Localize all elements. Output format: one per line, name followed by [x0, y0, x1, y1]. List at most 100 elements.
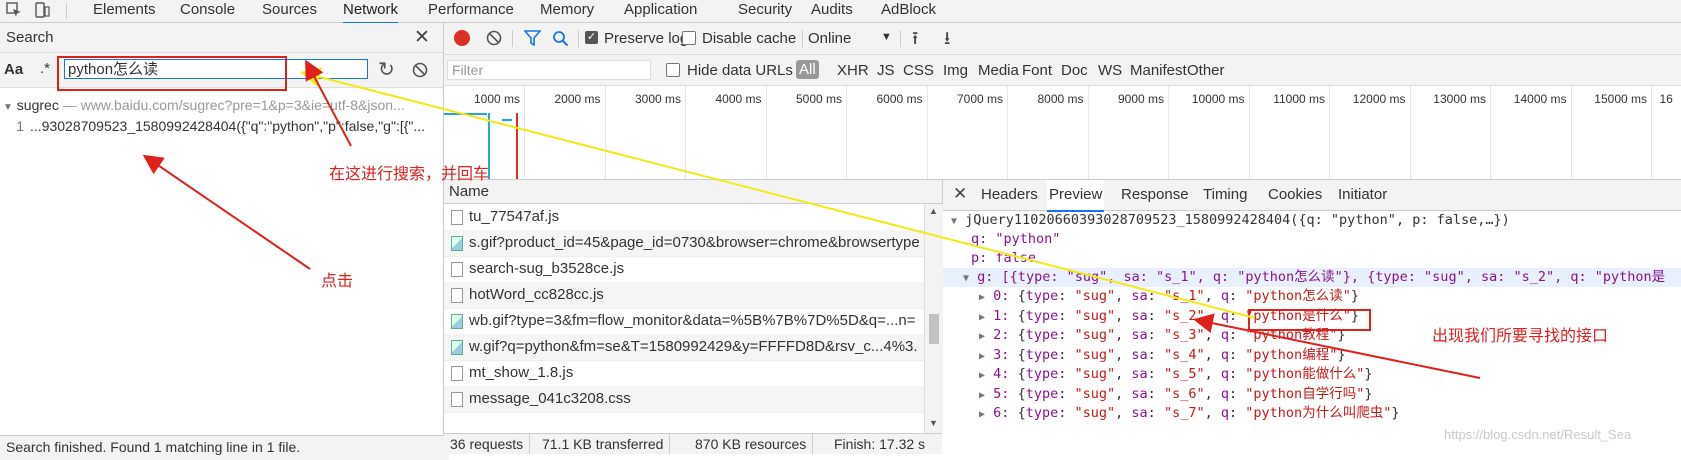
- request-name: message_041c3208.css: [469, 390, 631, 407]
- filter-type-js[interactable]: JS: [874, 61, 898, 80]
- details-tab-preview[interactable]: Preview: [1047, 180, 1105, 212]
- filter-type-img[interactable]: Img: [940, 61, 971, 80]
- preview-q-text: q: "python": [971, 231, 1061, 247]
- tab-security[interactable]: Security: [738, 0, 792, 22]
- filter-type-font[interactable]: Font: [1019, 61, 1055, 80]
- request-row[interactable]: wb.gif?type=3&fm=flow_monitor&data=%5B%7…: [444, 308, 924, 335]
- filter-type-media[interactable]: Media: [975, 61, 1022, 80]
- preview-g-item[interactable]: ▶ 4: {type: "sug", sa: "s_5", q: "python…: [943, 365, 1372, 384]
- item-q: python怎么读: [1253, 288, 1343, 304]
- expand-triangle-icon: ▶: [979, 311, 986, 323]
- network-panel: ✓ Preserve log Disable cache Online ▼ ⭱ …: [444, 23, 1681, 454]
- document-file-icon: [451, 261, 463, 277]
- tab-elements[interactable]: Elements: [93, 0, 156, 22]
- item-sa: s_6: [1172, 385, 1197, 402]
- match-case-button[interactable]: Aa: [4, 61, 23, 78]
- details-tab-cookies[interactable]: Cookies: [1266, 180, 1324, 210]
- request-row[interactable]: w.gif?q=python&fm=se&T=1580992429&y=FFFF…: [444, 334, 924, 361]
- filter-row: Filter Hide data URLs All XHR JS CSS Img Medi…: [444, 55, 1681, 86]
- transferred-size: 71.1 KB transferred: [536, 434, 671, 454]
- close-icon[interactable]: ✕: [953, 184, 967, 204]
- timeline-tick-label: 14000 ms: [1513, 92, 1567, 106]
- timeline-tick: 16: [1652, 86, 1673, 179]
- name-column-header[interactable]: Name: [444, 180, 942, 204]
- import-har-icon[interactable]: ⭱: [912, 26, 918, 56]
- tab-application[interactable]: Application: [624, 0, 697, 22]
- filter-type-ws[interactable]: WS: [1095, 61, 1125, 80]
- timeline-tick: 2000 ms: [525, 86, 606, 179]
- tab-network[interactable]: Network: [343, 0, 399, 24]
- tab-memory[interactable]: Memory: [540, 0, 594, 22]
- filter-input[interactable]: Filter: [447, 60, 651, 80]
- preserve-log-checkbox[interactable]: ✓: [585, 31, 598, 44]
- request-row[interactable]: hotWord_cc828cc.js: [444, 282, 924, 309]
- details-tab-timing[interactable]: Timing: [1201, 180, 1249, 210]
- request-row[interactable]: search-sug_b3528ce.js: [444, 256, 924, 283]
- filter-icon[interactable]: [524, 30, 541, 46]
- result-line-text: ...93028709523_1580992428404({"q":"pytho…: [30, 118, 426, 134]
- filter-type-other[interactable]: Other: [1184, 61, 1228, 80]
- throttling-select[interactable]: Online: [808, 30, 851, 47]
- tab-sources[interactable]: Sources: [262, 0, 317, 22]
- annotation-click: 点击: [321, 273, 354, 290]
- details-tab-response[interactable]: Response: [1119, 180, 1191, 210]
- chevron-down-icon[interactable]: ▼: [881, 31, 892, 43]
- close-icon[interactable]: ✕: [414, 26, 430, 49]
- regex-button[interactable]: .*: [40, 60, 50, 77]
- scrollbar-thumb[interactable]: [929, 314, 939, 344]
- refresh-icon[interactable]: ↻: [378, 57, 395, 82]
- record-icon[interactable]: [454, 30, 470, 46]
- timeline-tick-label: 9000 ms: [1117, 92, 1164, 106]
- request-row[interactable]: s.gif?product_id=45&page_id=0730&browser…: [444, 230, 924, 257]
- item-q: python自学行吗: [1253, 385, 1357, 402]
- scroll-down-icon[interactable]: ▼: [929, 418, 938, 428]
- tab-audits[interactable]: Audits: [811, 0, 853, 22]
- request-row[interactable]: message_041c3208.css: [444, 386, 924, 413]
- expand-triangle-icon: ▼: [951, 216, 958, 227]
- details-tab-headers[interactable]: Headers: [979, 180, 1040, 210]
- request-row[interactable]: mt_show_1.8.js: [444, 360, 924, 387]
- preview-root-node[interactable]: ▼ jQuery110206603930​28709523_1580992428…: [943, 211, 1510, 230]
- divider: [802, 30, 803, 47]
- tab-adblock[interactable]: AdBlock: [881, 0, 936, 22]
- filter-type-manifest[interactable]: Manifest: [1127, 61, 1190, 80]
- search-highlight-box: [57, 56, 287, 91]
- timeline-tick: 14000 ms: [1491, 86, 1572, 179]
- image-file-icon: [451, 235, 463, 251]
- timeline-tick-label: 15000 ms: [1594, 92, 1647, 106]
- preview-g-item[interactable]: ▶ 6: {type: "sug", sa: "s_7", q: "python…: [943, 404, 1399, 423]
- preview-g-item[interactable]: ▶ 0: {type: "sug", sa: "s_1", q: "python…: [943, 287, 1359, 306]
- search-result-line[interactable]: 1 ...93028709523_1580992428404({"q":"pyth…: [0, 118, 443, 140]
- details-tab-initiator[interactable]: Initiator: [1336, 180, 1389, 210]
- hide-data-urls-label: Hide data URLs: [687, 62, 793, 79]
- item-type: {type: "sug", sa: "s_4", q: "python编程"}: [1017, 346, 1346, 363]
- search-icon[interactable]: [552, 30, 569, 47]
- filter-type-css[interactable]: CSS: [900, 61, 937, 80]
- search-result-file[interactable]: ▼ sugrec — www.baidu.com/sugrec?pre=1&p=…: [0, 97, 443, 119]
- request-name: search-sug_b3528ce.js: [469, 260, 625, 277]
- request-row[interactable]: tu_77547af.js: [444, 204, 924, 231]
- disable-cache-checkbox[interactable]: [682, 31, 696, 45]
- hide-data-urls-checkbox[interactable]: [666, 63, 680, 77]
- image-file-icon: [451, 339, 463, 355]
- request-name: wb.gif?type=3&fm=flow_monitor&data=%5B%7…: [469, 312, 916, 329]
- filter-type-xhr[interactable]: XHR: [834, 61, 872, 80]
- export-har-icon[interactable]: ⭳: [944, 26, 950, 56]
- tab-console[interactable]: Console: [180, 0, 235, 22]
- document-file-icon: [451, 391, 463, 407]
- tab-performance[interactable]: Performance: [428, 0, 514, 22]
- clear-log-icon[interactable]: [486, 30, 502, 46]
- clear-icon[interactable]: [412, 62, 428, 78]
- device-toolbar-icon[interactable]: [34, 2, 50, 18]
- network-summary-bar: 36 requests 71.1 KB transferred 870 KB r…: [444, 433, 942, 454]
- preview-g-item[interactable]: ▶ 5: {type: "sug", sa: "s_6", q: "python…: [943, 385, 1372, 404]
- timeline-tick-label: 2000 ms: [554, 92, 601, 106]
- scroll-up-icon[interactable]: ▲: [929, 206, 938, 216]
- filter-type-doc[interactable]: Doc: [1058, 61, 1091, 80]
- preview-g-line[interactable]: ▼ g: [{type: "sug", sa: "s_1", q: "pytho…: [943, 268, 1681, 287]
- inspect-element-icon[interactable]: [6, 2, 22, 18]
- request-list-scrollbar[interactable]: ▲ ▼: [924, 204, 943, 433]
- item-sa: s_3: [1172, 327, 1197, 343]
- preview-g-item[interactable]: ▶ 3: {type: "sug", sa: "s_4", q: "python…: [943, 346, 1345, 365]
- filter-type-all[interactable]: All: [796, 60, 819, 79]
